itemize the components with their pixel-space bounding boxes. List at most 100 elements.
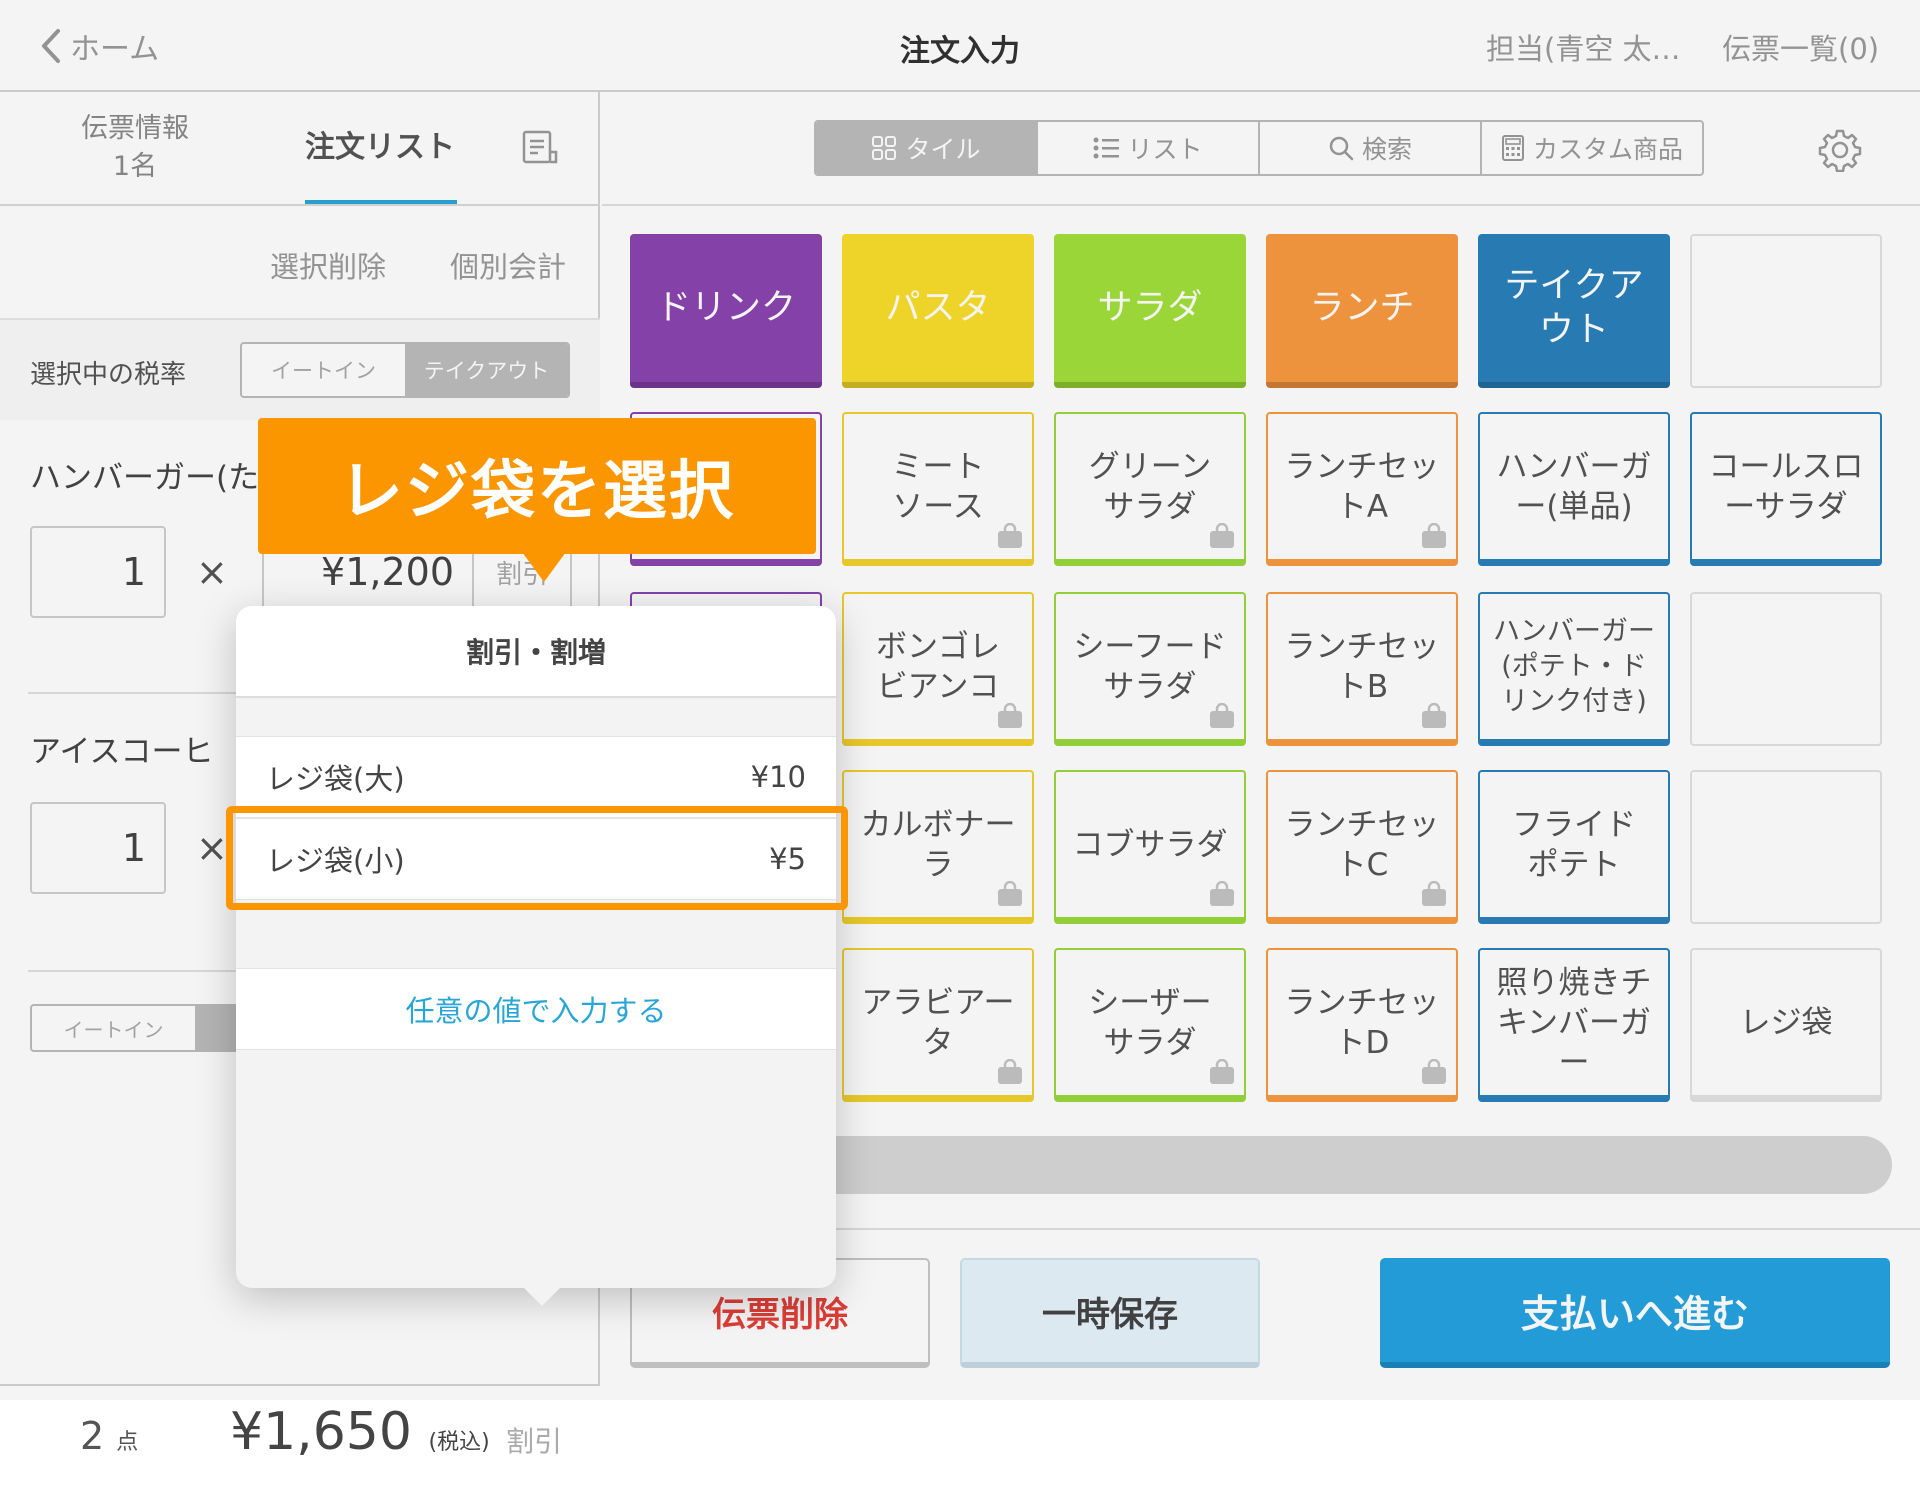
product-label: シーザー サラダ <box>1088 984 1212 1061</box>
slip-list-button[interactable]: 伝票一覧(0) <box>1722 26 1879 68</box>
product-label: フライド ポテト <box>1512 806 1636 883</box>
product-tile[interactable]: コールスロ ーサラダ <box>1690 412 1882 566</box>
item-count-unit: 点 <box>116 1430 139 1455</box>
product-label: 照り焼きチ キンバーガ ー <box>1496 964 1652 1081</box>
quantity-field[interactable]: 1 <box>30 802 166 894</box>
staff-button[interactable]: 担当(青空 太… <box>1486 26 1681 68</box>
tab-slip-info-guests: 1名 <box>112 151 158 182</box>
product-tile[interactable]: ランチセッ トA <box>1266 412 1458 566</box>
product-label: ランチセッ トA <box>1284 448 1440 525</box>
discount-popover: 割引・割増 レジ袋(大) ¥10 レジ袋(小) ¥5 任意の値で入力する <box>236 606 836 1288</box>
tab-slip-info-label: 伝票情報 <box>81 113 189 144</box>
divider <box>0 204 600 206</box>
category-pasta[interactable]: パスタ <box>842 234 1034 388</box>
bag-icon <box>1422 523 1446 548</box>
tab-list[interactable]: リスト <box>1038 122 1260 174</box>
product-label: コールスロ ーサラダ <box>1708 448 1864 525</box>
custom-value-button[interactable]: 任意の値で入力する <box>236 968 836 1050</box>
product-tile[interactable]: ハンバーガー (ポテト・ド リンク付き) <box>1478 592 1670 746</box>
order-total-value: ¥1,650 <box>230 1402 412 1462</box>
product-tile[interactable]: ランチセッ トC <box>1266 770 1458 924</box>
list-icon <box>1093 137 1120 159</box>
bag-icon <box>1210 881 1234 906</box>
bag-icon <box>1210 703 1234 728</box>
product-label: ランチセッ トC <box>1284 806 1440 883</box>
product-tile[interactable]: ボンゴレ ビアンコ <box>842 592 1034 746</box>
product-tile[interactable]: グリーン サラダ <box>1054 412 1246 566</box>
bag-icon <box>998 523 1022 548</box>
memo-icon[interactable] <box>522 130 558 164</box>
order-item-name[interactable]: アイスコーヒ <box>30 726 214 771</box>
option-price: ¥5 <box>769 842 806 876</box>
product-label: コブサラダ <box>1072 826 1228 863</box>
tax-option-eat-in[interactable]: イートイン <box>32 1006 195 1050</box>
product-tile[interactable]: ミート ソース <box>842 412 1034 566</box>
tab-order-list[interactable]: 注文リスト <box>290 92 470 204</box>
product-tile[interactable]: カルボナー ラ <box>842 770 1034 924</box>
tab-slip-info[interactable]: 伝票情報 1名 <box>40 92 230 204</box>
divider <box>602 204 1920 206</box>
quantity-field[interactable]: 1 <box>30 526 166 618</box>
product-tile[interactable]: フライド ポテト <box>1478 770 1670 924</box>
tab-order-list-label: 注文リスト <box>305 130 455 165</box>
product-tile[interactable]: アラビアー タ <box>842 948 1034 1102</box>
tab-search-label: 検索 <box>1361 135 1412 164</box>
proceed-to-payment-button[interactable]: 支払いへ進む <box>1380 1258 1890 1368</box>
calculator-icon <box>1501 135 1524 161</box>
order-discount-button[interactable]: 割引 <box>506 1420 562 1460</box>
product-label: グリーン サラダ <box>1088 448 1212 525</box>
gear-icon[interactable] <box>1818 128 1862 172</box>
category-salad[interactable]: サラダ <box>1054 234 1246 388</box>
popover-title: 割引・割増 <box>236 606 836 698</box>
bag-icon <box>998 1059 1022 1084</box>
product-label: ボンゴレ ビアンコ <box>876 628 1000 705</box>
delete-selected-button[interactable]: 選択削除 <box>270 244 386 286</box>
order-item-name[interactable]: ハンバーガー(た <box>30 452 259 497</box>
product-tile[interactable]: 照り焼きチ キンバーガ ー <box>1478 948 1670 1102</box>
empty-tile <box>1690 770 1882 924</box>
option-label: レジ袋(大) <box>266 762 405 796</box>
category-drink[interactable]: ドリンク <box>630 234 822 388</box>
product-label: ハンバーガー (ポテト・ド リンク付き) <box>1493 616 1655 717</box>
tab-tile[interactable]: タイル <box>816 122 1038 174</box>
category-lunch[interactable]: ランチ <box>1266 234 1458 388</box>
popover-caret <box>520 1284 564 1306</box>
tax-option-eat-in[interactable]: イートイン <box>242 344 405 396</box>
product-tile[interactable]: ランチセッ トB <box>1266 592 1458 746</box>
tax-option-takeout[interactable]: テイクアウト <box>405 344 568 396</box>
option-shopping-bag-large[interactable]: レジ袋(大) ¥10 <box>236 736 836 818</box>
individual-checkout-button[interactable]: 個別会計 <box>450 244 566 286</box>
product-label: アラビアー タ <box>861 984 1015 1061</box>
bag-icon <box>1422 881 1446 906</box>
tab-search[interactable]: 検索 <box>1260 122 1482 174</box>
product-tile[interactable]: シーザー サラダ <box>1054 948 1246 1102</box>
tab-custom-product[interactable]: カスタム商品 <box>1482 122 1702 174</box>
bag-icon <box>1422 703 1446 728</box>
product-tile[interactable]: コブサラダ <box>1054 770 1246 924</box>
product-label: ランチセッ トB <box>1284 628 1440 705</box>
search-icon <box>1329 136 1354 161</box>
back-label: ホーム <box>70 32 160 67</box>
bag-icon <box>1210 1059 1234 1084</box>
product-label: シーフード サラダ <box>1073 628 1227 705</box>
product-label: ミート ソース <box>891 448 985 525</box>
empty-tile <box>1690 592 1882 746</box>
instruction-callout: レジ袋を選択 <box>258 418 816 554</box>
product-tile[interactable]: ハンバーガ ー(単品) <box>1478 412 1670 566</box>
product-tile-shopping-bag[interactable]: レジ袋 <box>1690 948 1882 1102</box>
product-tile[interactable]: シーフード サラダ <box>1054 592 1246 746</box>
back-button[interactable]: ホーム <box>40 22 159 70</box>
tab-tile-label: タイル <box>905 135 981 164</box>
hold-button[interactable]: 一時保存 <box>960 1258 1260 1368</box>
option-price: ¥10 <box>750 760 806 794</box>
tab-custom-product-label: カスタム商品 <box>1532 135 1683 164</box>
tax-rate-label: 選択中の税率 <box>30 360 187 390</box>
option-shopping-bag-small[interactable]: レジ袋(小) ¥5 <box>236 818 836 900</box>
category-takeout[interactable]: テイクアウト <box>1478 234 1670 388</box>
bag-icon <box>1210 523 1234 548</box>
empty-tile <box>1690 234 1882 388</box>
order-total: ¥1,650 (税込) <box>230 1402 490 1462</box>
product-tile[interactable]: ランチセッ トD <box>1266 948 1458 1102</box>
product-label: カルボナー ラ <box>860 806 1016 883</box>
tax-rate-toggle[interactable]: イートイン テイクアウト <box>240 342 570 398</box>
